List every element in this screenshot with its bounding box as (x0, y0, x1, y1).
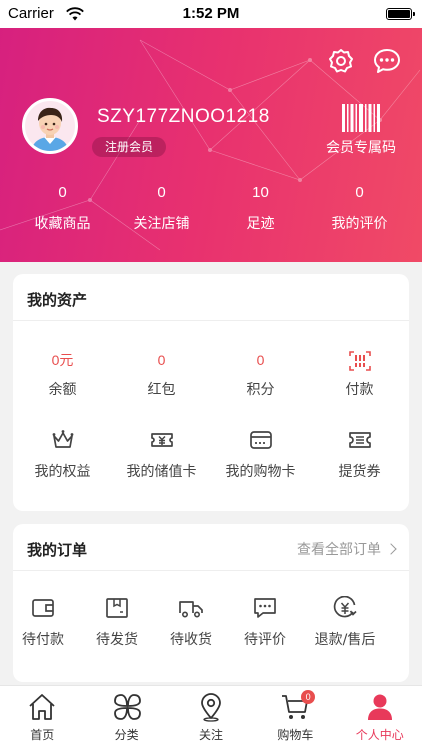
avatar[interactable] (22, 98, 78, 154)
stat-label: 足迹 (246, 216, 275, 232)
tool-shopping-card[interactable]: 我的购物卡 (211, 428, 310, 481)
location-icon (201, 693, 221, 722)
box-icon (106, 598, 128, 618)
tab-label: 首页 (30, 728, 55, 742)
stat-label: 收藏商品 (34, 216, 91, 232)
category-icon (113, 694, 141, 720)
divider (13, 570, 409, 571)
avatar-image (31, 107, 69, 151)
tool-label: 我的购物卡 (225, 464, 296, 480)
asset-balance[interactable]: 0元 余额 (13, 350, 112, 399)
stat-favorites[interactable]: 0 收藏商品 (13, 184, 112, 233)
asset-value: 0 (256, 352, 265, 368)
orders-title: 我的订单 (27, 541, 88, 559)
assets-values-row: 0元 余额 0 红包 0 积分 付款 (13, 350, 409, 399)
refund-icon (333, 596, 357, 618)
asset-red-packet[interactable]: 0 红包 (112, 350, 211, 399)
tab-label: 分类 (114, 728, 139, 742)
assets-card: 我的资产 0元 余额 0 红包 0 积分 付款 我的权益 我的储值卡 我的购物卡… (13, 274, 409, 511)
tab-category[interactable]: 分类 (84, 686, 168, 750)
order-label: 待发货 (96, 632, 138, 648)
order-pending-receipt[interactable]: 待收货 (154, 596, 228, 649)
username: SZY177ZNOO1218 (97, 106, 270, 127)
asset-value: 0 (157, 352, 166, 368)
order-pending-shipment[interactable]: 待发货 (80, 596, 154, 649)
chevron-right-icon (385, 543, 397, 555)
settings-icon[interactable] (326, 46, 356, 76)
asset-value: 0元 (51, 352, 74, 368)
member-code-button[interactable]: 会员专属码 (326, 137, 396, 157)
divider (13, 320, 409, 321)
asset-label: 积分 (246, 382, 275, 398)
tab-cart[interactable]: 0 购物车 (253, 686, 337, 750)
tool-label: 我的储值卡 (126, 464, 197, 480)
tool-my-benefits[interactable]: 我的权益 (13, 428, 112, 481)
order-label: 退款/售后 (314, 632, 376, 648)
barcode-icon[interactable] (341, 104, 381, 132)
profile-stats: 0 收藏商品 0 关注店铺 10 足迹 0 我的评价 (0, 184, 422, 233)
order-label: 待付款 (22, 632, 64, 648)
stat-reviews[interactable]: 0 我的评价 (310, 184, 409, 233)
assets-tools-row: 我的权益 我的储值卡 我的购物卡 提货券 (13, 428, 409, 481)
asset-points[interactable]: 0 积分 (211, 350, 310, 399)
stat-followed-shops[interactable]: 0 关注店铺 (112, 184, 211, 233)
crown-icon (52, 430, 73, 448)
bottom-tab-bar: 首页 分类 关注 0 购物车 个人中心 (0, 685, 422, 750)
asset-payment[interactable]: 付款 (310, 350, 409, 399)
user-icon (367, 694, 392, 720)
shopping-card-icon (249, 431, 272, 449)
pickup-voucher-icon (348, 432, 371, 448)
stat-value: 0 (157, 184, 166, 201)
tool-label: 提货券 (338, 464, 381, 480)
tool-pickup-voucher[interactable]: 提货券 (310, 428, 409, 481)
battery-icon (386, 8, 415, 20)
tool-stored-value-card[interactable]: 我的储值卡 (112, 428, 211, 481)
member-level-badge: 注册会员 (92, 137, 167, 157)
payment-code-icon (310, 350, 409, 372)
stat-history[interactable]: 10 足迹 (211, 184, 310, 233)
view-all-orders-link[interactable]: 查看全部订单 (297, 539, 397, 559)
order-pending-review[interactable]: 待评价 (228, 596, 302, 649)
clock: 1:52 PM (182, 5, 240, 22)
order-label: 待收货 (170, 632, 212, 648)
asset-label: 付款 (345, 382, 374, 398)
cart-count-badge: 0 (301, 690, 316, 704)
home-icon (29, 694, 55, 720)
assets-title: 我的资产 (27, 291, 88, 309)
order-pending-payment[interactable]: 待付款 (6, 596, 80, 649)
stat-value: 10 (252, 184, 269, 201)
stat-label: 我的评价 (331, 216, 388, 232)
stat-value: 0 (58, 184, 67, 201)
stat-value: 0 (355, 184, 364, 201)
tool-label: 我的权益 (34, 464, 91, 480)
asset-label: 余额 (48, 382, 77, 398)
asset-label: 红包 (147, 382, 176, 398)
tab-label: 购物车 (277, 728, 314, 742)
status-bar: Carrier 1:52 PM (0, 0, 422, 28)
message-icon[interactable] (372, 46, 402, 76)
order-label: 待评价 (244, 632, 286, 648)
stat-label: 关注店铺 (133, 216, 190, 232)
tab-label: 关注 (198, 728, 223, 742)
tab-home[interactable]: 首页 (0, 686, 84, 750)
profile-header: SZY177ZNOO1218 注册会员 会员专属码 0 收藏商品 0 关注店铺 … (0, 0, 422, 262)
tab-label: 个人中心 (355, 728, 404, 742)
comment-icon (254, 598, 276, 618)
orders-card: 我的订单 查看全部订单 待付款 待发货 待收货 待评价 退款/售后 (13, 524, 409, 682)
order-refund-aftersale[interactable]: 退款/售后 (302, 596, 388, 649)
view-all-label: 查看全部订单 (297, 542, 381, 558)
tab-follow[interactable]: 关注 (169, 686, 253, 750)
tab-profile[interactable]: 个人中心 (338, 686, 422, 750)
wallet-icon (32, 599, 54, 617)
stored-value-card-icon (150, 433, 173, 447)
truck-icon (179, 601, 203, 618)
orders-row: 待付款 待发货 待收货 待评价 退款/售后 (6, 596, 416, 649)
